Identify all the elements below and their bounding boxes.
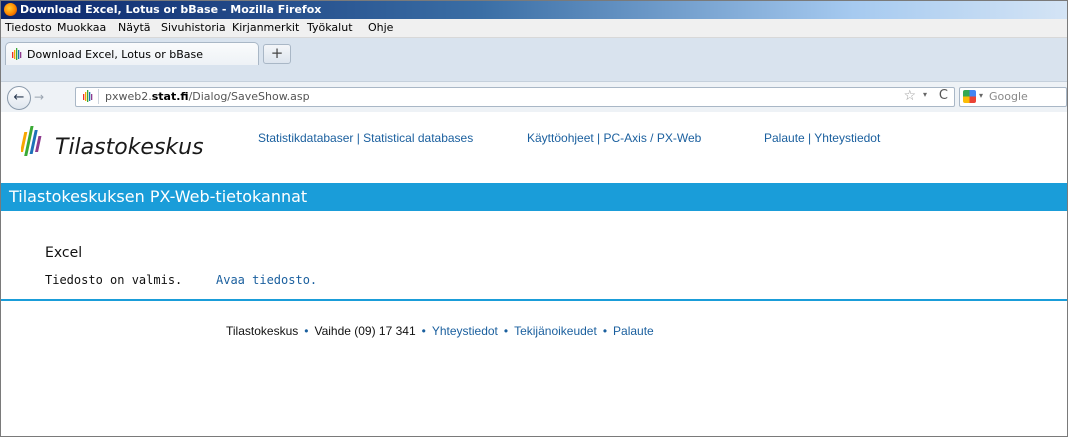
footer-separator: • (503, 324, 509, 338)
tab-strip: Download Excel, Lotus or bBase + (1, 38, 1067, 81)
history-dropdown-icon[interactable]: ▾ (923, 90, 927, 99)
footer-feedback-link[interactable]: Palaute (613, 324, 654, 338)
navigation-bar: ← → pxweb2.stat.fi/Dialog/SaveShow.asp ☆… (1, 81, 1067, 113)
tab-active[interactable]: Download Excel, Lotus or bBase (5, 42, 259, 65)
menu-view[interactable]: Näytä (118, 21, 151, 34)
menu-bookmarks[interactable]: Kirjanmerkit (232, 21, 299, 34)
footer-separator: • (421, 324, 426, 338)
page-content: Tilastokeskus Statistikdatabaser | Stati… (1, 112, 1067, 436)
menu-history[interactable]: Sivuhistoria (161, 21, 226, 34)
search-engine-dropdown-icon[interactable]: ▾ (979, 91, 983, 100)
menu-help[interactable]: Ohje (368, 21, 393, 34)
browser-window: Download Excel, Lotus or bBase - Mozilla… (0, 0, 1068, 437)
tilastokeskus-favicon-icon (12, 48, 22, 60)
footer-divider (1, 299, 1067, 301)
menu-file[interactable]: Tiedosto (5, 21, 52, 34)
title-bar: Download Excel, Lotus or bBase - Mozilla… (1, 1, 1067, 19)
menu-edit[interactable]: Muokkaa (57, 21, 106, 34)
search-bar[interactable]: ▾ Google (959, 87, 1067, 107)
footer-contacts-link[interactable]: Yhteystiedot (432, 324, 498, 338)
file-ready-text: Tiedosto on valmis. (45, 273, 183, 287)
footer-copyright-link[interactable]: Tekijänoikeudet (514, 324, 597, 338)
url-domain: stat.fi (151, 90, 189, 103)
bookmark-star-icon[interactable]: ☆ (903, 88, 916, 104)
tilastokeskus-logo-icon (21, 126, 42, 156)
site-identity-icon[interactable] (78, 89, 99, 104)
footer-org: Tilastokeskus (226, 324, 299, 338)
new-tab-button[interactable]: + (263, 44, 291, 64)
link-statistical-databases[interactable]: Statistikdatabaser | Statistical databas… (258, 131, 473, 145)
search-input[interactable]: Google (989, 90, 1028, 103)
open-file-link[interactable]: Avaa tiedosto. (216, 273, 317, 287)
google-engine-icon[interactable] (963, 90, 976, 103)
page-banner: Tilastokeskuksen PX-Web-tietokannat (1, 183, 1067, 211)
forward-button[interactable]: → (30, 90, 48, 105)
reload-icon[interactable]: C (939, 88, 948, 103)
logo-text: Tilastokeskus (55, 135, 204, 160)
tab-label: Download Excel, Lotus or bBase (27, 48, 203, 61)
menu-bar: Tiedosto Muokkaa Näytä Sivuhistoria Kirj… (1, 19, 1067, 38)
site-logo[interactable]: Tilastokeskus (21, 122, 231, 172)
banner-title: Tilastokeskuksen PX-Web-tietokannat (9, 187, 308, 206)
url-text: pxweb2.stat.fi/Dialog/SaveShow.asp (105, 90, 310, 103)
link-user-guide[interactable]: Käyttöohjeet | PC-Axis / PX-Web (527, 131, 701, 145)
footer-separator: • (602, 324, 608, 338)
footer-separator: • (304, 324, 309, 338)
format-heading: Excel (45, 245, 83, 261)
url-prefix: pxweb2. (105, 90, 152, 103)
window-title: Download Excel, Lotus or bBase - Mozilla… (20, 3, 322, 16)
link-feedback-contacts[interactable]: Palaute | Yhteystiedot (764, 131, 880, 145)
footer-phone: Vaihde (09) 17 341 (314, 324, 416, 338)
back-button[interactable]: ← (7, 86, 31, 110)
firefox-icon (4, 3, 17, 16)
page-footer: Tilastokeskus • Vaihde (09) 17 341 • Yhteyst… (226, 324, 654, 338)
menu-tools[interactable]: Työkalut (307, 21, 353, 34)
url-path: /Dialog/SaveShow.asp (188, 90, 310, 103)
url-bar[interactable]: pxweb2.stat.fi/Dialog/SaveShow.asp ☆ ▾ C (75, 87, 955, 107)
